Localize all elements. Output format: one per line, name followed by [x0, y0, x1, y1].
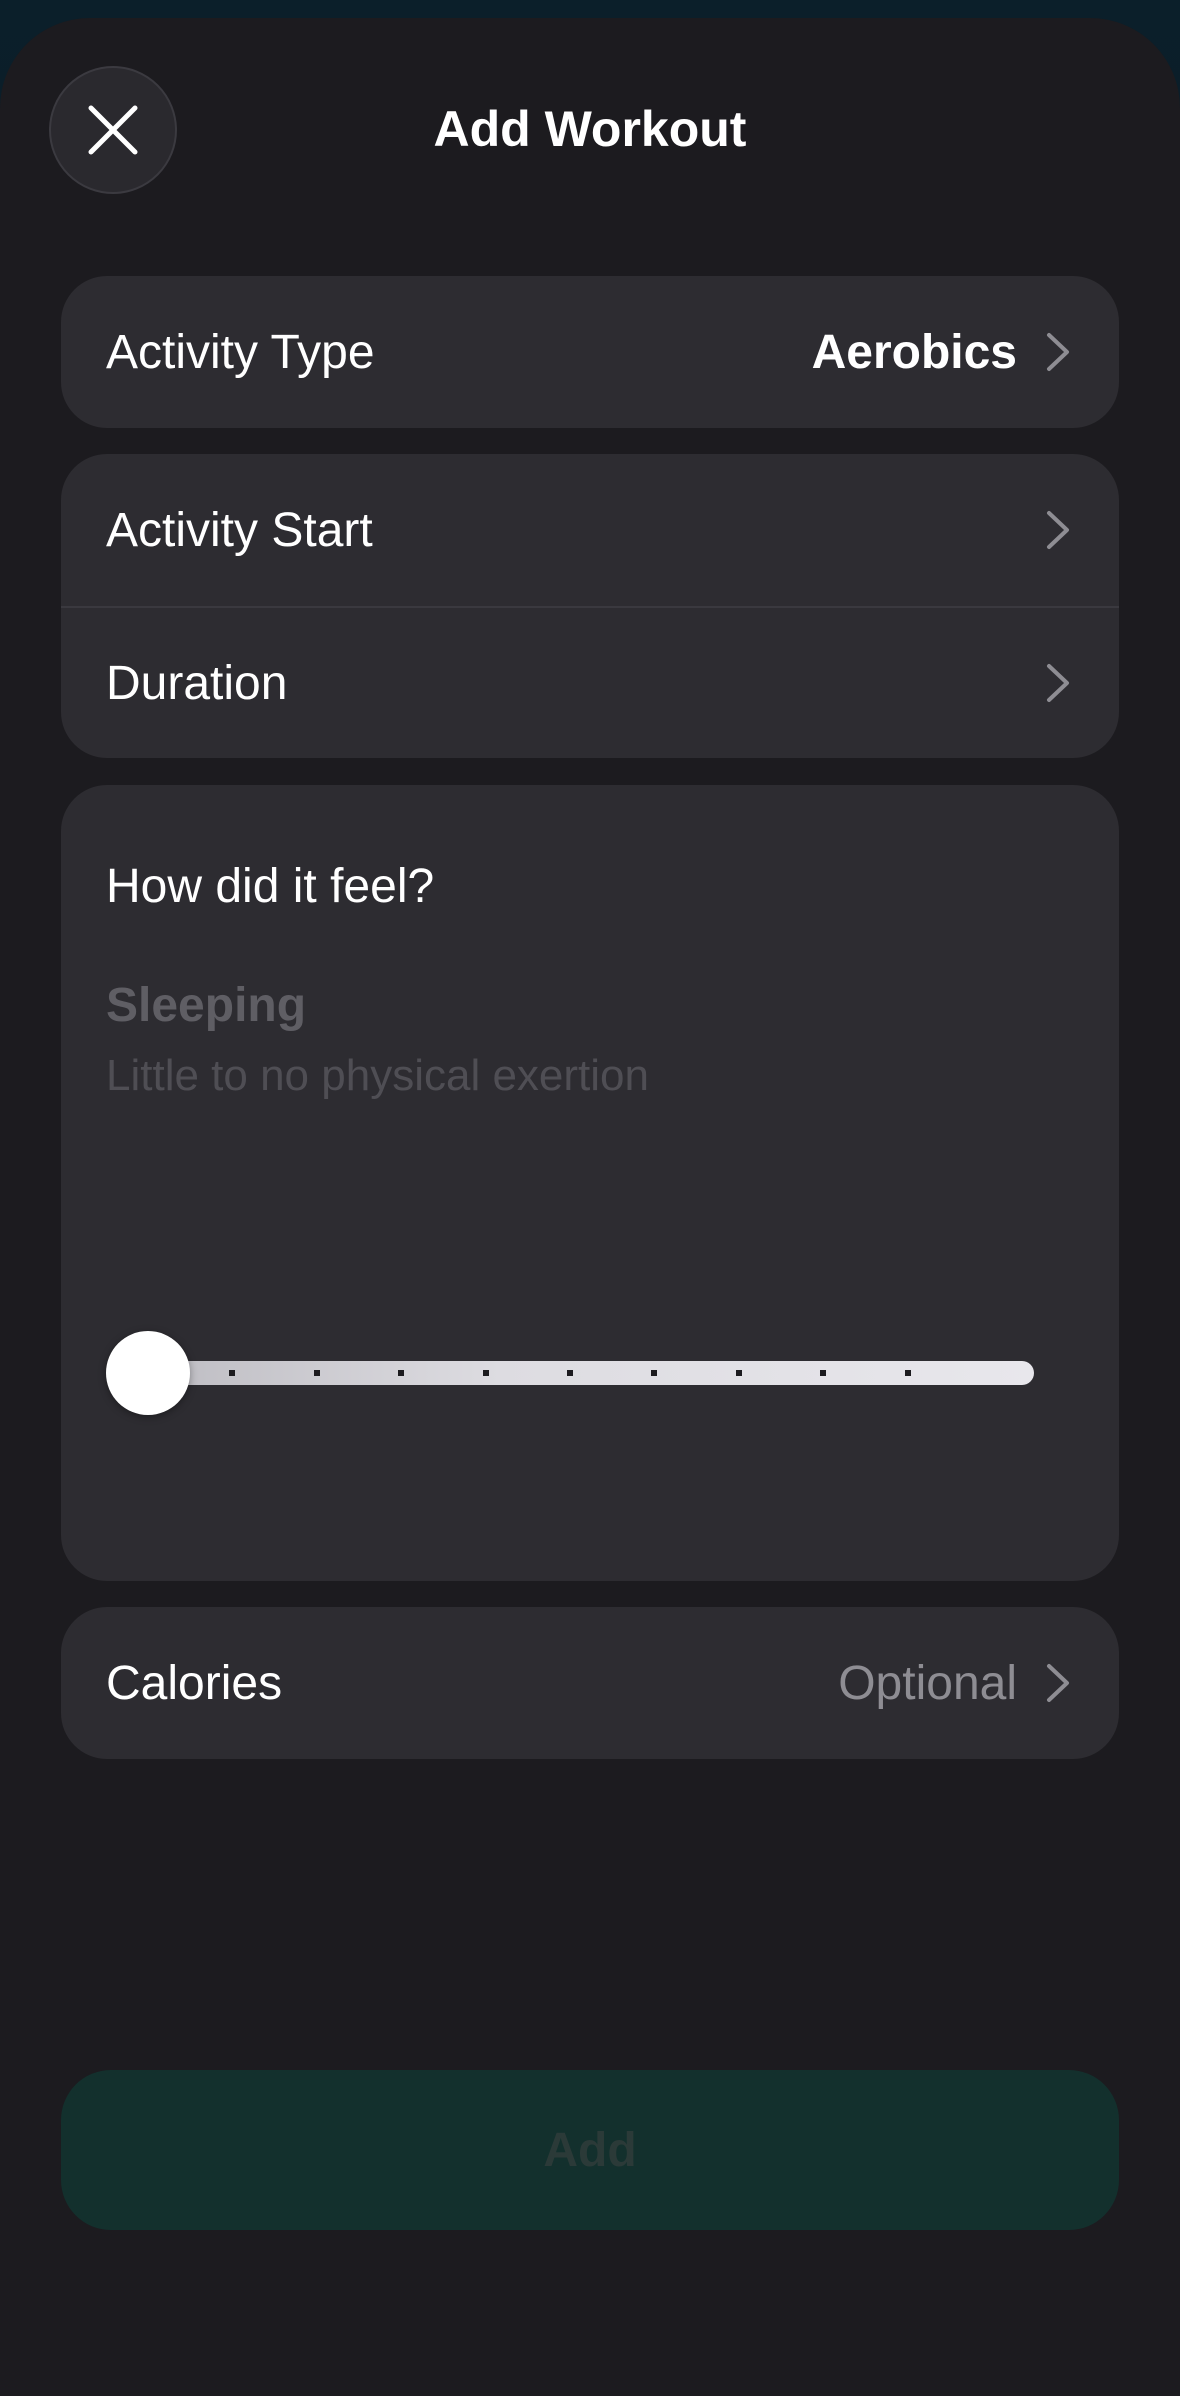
slider-tick: [820, 1370, 827, 1376]
effort-card: How did it feel? Sleeping Little to no p…: [61, 785, 1119, 1581]
slider-thumb[interactable]: [106, 1331, 190, 1415]
calories-card: Calories Optional: [61, 1607, 1119, 1759]
activity-type-value: Aerobics: [811, 325, 1017, 379]
add-button[interactable]: Add: [61, 2070, 1119, 2230]
slider-tick: [229, 1370, 236, 1376]
duration-label: Duration: [106, 656, 288, 710]
activity-type-row[interactable]: Activity Type Aerobics: [61, 276, 1119, 428]
effort-slider[interactable]: [106, 1331, 1034, 1415]
slider-tick: [313, 1370, 320, 1376]
slider-tick: [651, 1370, 658, 1376]
activity-type-label: Activity Type: [106, 325, 375, 379]
effort-level-description: Little to no physical exertion: [106, 1051, 649, 1100]
activity-start-label: Activity Start: [106, 503, 373, 557]
timing-card: Activity Start Duration: [61, 454, 1119, 758]
activity-type-card: Activity Type Aerobics: [61, 276, 1119, 428]
calories-row[interactable]: Calories Optional: [61, 1607, 1119, 1759]
chevron-right-icon: [1047, 664, 1069, 702]
slider-tick: [904, 1370, 911, 1376]
page-title: Add Workout: [433, 101, 747, 157]
slider-tick: [482, 1370, 489, 1376]
chevron-right-icon: [1047, 1664, 1069, 1702]
effort-question: How did it feel?: [106, 860, 435, 913]
effort-level-title: Sleeping: [106, 979, 307, 1032]
duration-row[interactable]: Duration: [61, 606, 1119, 758]
slider-tick: [567, 1370, 573, 1376]
calories-label: Calories: [106, 1656, 283, 1710]
slider-tick: [735, 1370, 742, 1376]
add-workout-sheet: Add Workout Activity Type Aerobics Activ…: [0, 18, 1180, 2396]
activity-start-row[interactable]: Activity Start: [61, 454, 1119, 606]
calories-placeholder: Optional: [838, 1656, 1017, 1710]
slider-track[interactable]: [144, 1361, 1034, 1385]
chevron-right-icon: [1047, 333, 1069, 371]
slider-tick: [398, 1370, 405, 1376]
chevron-right-icon: [1047, 511, 1069, 549]
